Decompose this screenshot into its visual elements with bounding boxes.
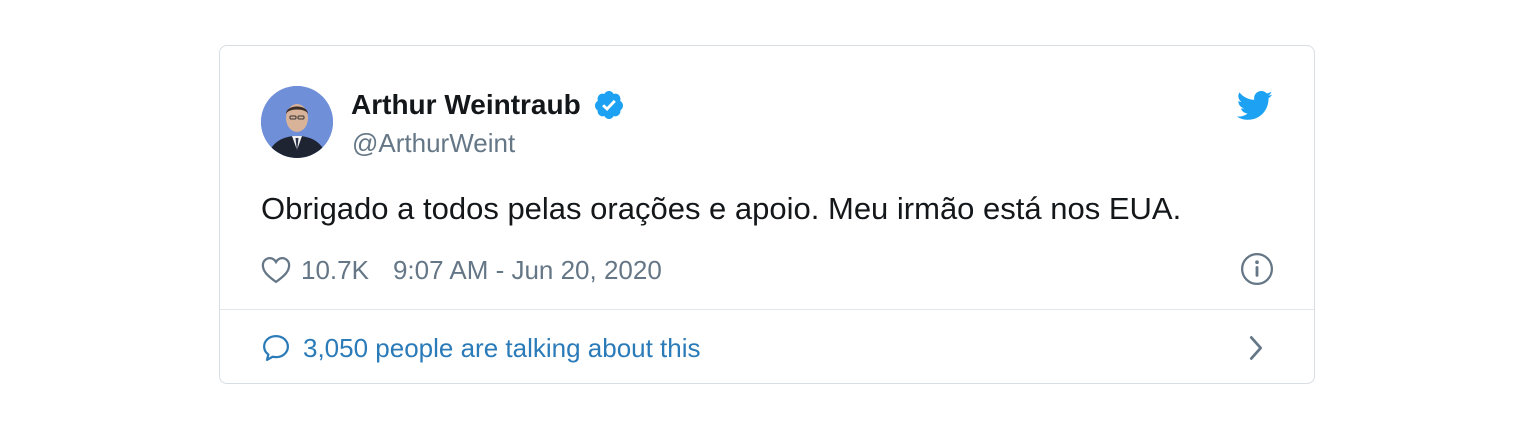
timestamp[interactable]: 9:07 AM - Jun 20, 2020: [393, 255, 662, 286]
avatar[interactable]: [261, 86, 333, 158]
author-name-label: Arthur Weintraub: [351, 89, 581, 120]
like-count[interactable]: 10.7K: [301, 255, 369, 286]
author-name[interactable]: Arthur Weintraub: [351, 89, 625, 121]
info-icon[interactable]: [1240, 252, 1274, 286]
divider: [220, 309, 1314, 310]
avatar-image: [261, 86, 333, 158]
tweet-card[interactable]: Arthur Weintraub @ArthurWeint Obrigado a…: [219, 45, 1315, 384]
chevron-right-icon[interactable]: [1246, 334, 1266, 362]
conversation-label: 3,050 people are talking about this: [303, 332, 701, 363]
speech-bubble-icon: [261, 333, 291, 363]
tweet-meta: 10.7K 9:07 AM - Jun 20, 2020: [261, 254, 662, 286]
twitter-bird-icon[interactable]: [1236, 90, 1273, 122]
verified-badge-icon: [593, 89, 625, 121]
author-handle[interactable]: @ArthurWeint: [352, 128, 515, 159]
heart-icon[interactable]: [261, 256, 291, 284]
conversation-link[interactable]: 3,050 people are talking about this: [261, 330, 701, 366]
tweet-text: Obrigado a todos pelas orações e apoio. …: [261, 191, 1182, 226]
